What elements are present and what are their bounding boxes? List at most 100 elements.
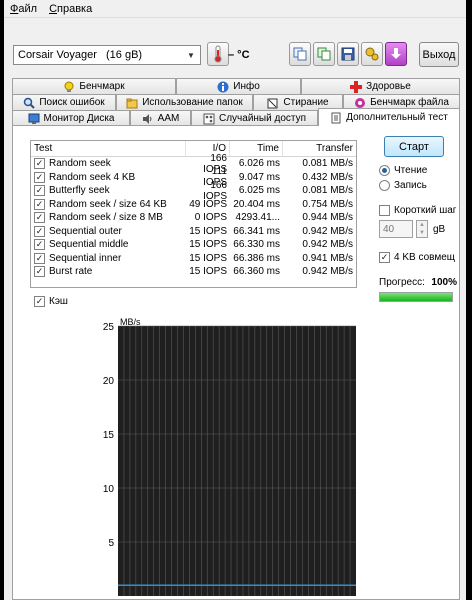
y-tick-label: 10 xyxy=(103,484,115,495)
tab-health[interactable]: Здоровье xyxy=(301,78,460,94)
test-checkbox[interactable]: ✓ xyxy=(34,225,45,237)
tab-random-access-label: Случайный доступ xyxy=(219,113,306,124)
transfer-cell: 0.944 MB/s xyxy=(302,212,353,224)
tab-aam[interactable]: AAM xyxy=(130,110,191,126)
header-transfer[interactable]: Transfer xyxy=(283,141,356,156)
menu-file[interactable]: Файл xyxy=(10,3,37,15)
table-row[interactable]: ✓ Sequential inner 15 IOPS 66.386 ms 0.941 M… xyxy=(31,252,356,266)
temperature-readout: – °C xyxy=(228,49,250,61)
tab-disk-monitor[interactable]: Монитор Диска xyxy=(12,110,130,126)
header-test[interactable]: Test xyxy=(31,141,186,156)
read-option[interactable]: Чтение xyxy=(379,165,457,176)
tab-extra-tests-label: Дополнительный тест xyxy=(346,112,448,123)
align-checkbox[interactable]: ✓ xyxy=(379,252,390,263)
test-name-cell: ✓ Butterfly seek xyxy=(31,185,186,197)
y-axis-label: MB/s xyxy=(120,317,141,327)
test-name: Sequential middle xyxy=(49,239,129,251)
table-row[interactable]: ✓ Random seek / size 64 KB 49 IOPS 20.404 m… xyxy=(31,198,356,212)
cache-label: Кэш xyxy=(49,296,68,307)
time-cell: 4293.41... xyxy=(235,212,280,224)
test-checkbox[interactable]: ✓ xyxy=(34,171,45,183)
step-input[interactable]: 40 xyxy=(379,220,413,238)
transfer-cell: 0.942 MB/s xyxy=(302,225,353,237)
temperature-button[interactable] xyxy=(207,42,229,66)
table-row[interactable]: ✓ Burst rate 15 IOPS 66.360 ms 0.942 MB/s xyxy=(31,265,356,279)
test-name: Burst rate xyxy=(49,266,93,278)
test-checkbox[interactable]: ✓ xyxy=(34,185,45,197)
spin-up-icon[interactable]: ▲ xyxy=(419,222,425,228)
test-name-cell: ✓ Sequential middle xyxy=(31,239,186,251)
read-radio[interactable] xyxy=(379,165,390,176)
tab-benchmark-label: Бенчмарк xyxy=(79,81,125,92)
time-cell: 66.330 ms xyxy=(233,239,280,251)
tab-extra-tests[interactable]: Дополнительный тест xyxy=(318,108,460,126)
tab-health-label: Здоровье xyxy=(366,81,411,92)
download-button[interactable] xyxy=(385,42,407,66)
transfer-cell: 0.942 MB/s xyxy=(302,266,353,278)
test-name-cell: ✓ Sequential inner xyxy=(31,252,186,264)
align-label: 4 KB совмещ xyxy=(394,252,455,263)
table-row[interactable]: ✓ Sequential outer 15 IOPS 66.341 ms 0.942 M… xyxy=(31,225,356,239)
monitor-icon xyxy=(28,113,39,124)
test-name-cell: ✓ Random seek / size 8 MB xyxy=(31,212,186,224)
start-button[interactable]: Старт xyxy=(384,136,444,157)
short-step-checkbox[interactable] xyxy=(379,205,390,216)
write-radio[interactable] xyxy=(379,180,390,191)
menu-help[interactable]: Справка xyxy=(49,3,92,15)
copy-image-button[interactable] xyxy=(313,42,335,66)
step-unit: gB xyxy=(433,223,446,235)
y-tick-label: 20 xyxy=(103,376,115,387)
header-time[interactable]: Time xyxy=(230,141,283,156)
test-name: Random seek 4 KB xyxy=(49,171,136,183)
transfer-cell: 0.081 MB/s xyxy=(302,158,353,170)
cache-option[interactable]: ✓ Кэш xyxy=(34,296,68,307)
tab-benchmark[interactable]: Бенчмарк xyxy=(12,78,176,94)
time-cell: 9.047 ms xyxy=(238,171,280,183)
test-checkbox[interactable]: ✓ xyxy=(34,266,45,278)
options-button[interactable] xyxy=(361,42,383,66)
random-access-icon xyxy=(203,113,215,124)
transfer-cell: 0.432 MB/s xyxy=(302,171,353,183)
folder-icon xyxy=(126,98,138,108)
table-row[interactable]: ✓ Butterfly seek 166 IOPS 6.025 ms 0.081 MB/… xyxy=(31,180,356,202)
tab-folder-usage[interactable]: Использование папок xyxy=(116,94,253,110)
short-step-option[interactable]: Короткий шаг xyxy=(379,205,457,216)
copy-text-button[interactable] xyxy=(289,42,311,66)
tab-error-scan[interactable]: Поиск ошибок xyxy=(12,94,116,110)
device-select[interactable]: Corsair Voyager (16 gB) ▼ xyxy=(13,45,201,65)
io-cell: 15 IOPS xyxy=(189,266,227,278)
exit-button[interactable]: Выход xyxy=(419,42,459,67)
test-checkbox[interactable]: ✓ xyxy=(34,252,45,264)
gears-icon xyxy=(365,47,379,61)
app-window: Файл Справка Corsair Voyager (16 gB) ▼ –… xyxy=(4,0,466,600)
tab-random-access[interactable]: Случайный доступ xyxy=(191,110,318,126)
test-checkbox[interactable]: ✓ xyxy=(34,198,45,210)
test-checkbox[interactable]: ✓ xyxy=(34,212,45,224)
results-list: Test I/O Time Transfer ✓ Random seek 166 I… xyxy=(30,140,357,288)
copy-image-icon xyxy=(317,47,331,61)
save-button[interactable] xyxy=(337,42,359,66)
test-checkbox[interactable]: ✓ xyxy=(34,158,45,170)
progress-bar xyxy=(379,292,453,302)
tab-info[interactable]: Инфо xyxy=(176,78,301,94)
test-name: Random seek / size 64 KB xyxy=(49,198,167,210)
time-cell: 20.404 ms xyxy=(233,198,280,210)
step-spinner: 40 ▲ ▼ gB xyxy=(379,220,457,238)
cache-checkbox[interactable]: ✓ xyxy=(34,296,45,307)
short-step-label: Короткий шаг xyxy=(394,205,457,216)
transfer-cell: 0.081 MB/s xyxy=(302,185,353,197)
y-tick-label: 15 xyxy=(103,430,115,441)
controls-panel: Старт Чтение Запись Короткий шаг 40 ▲ ▼ g… xyxy=(379,136,457,302)
write-option[interactable]: Запись xyxy=(379,180,457,191)
eraser-icon xyxy=(267,98,278,108)
spin-down-icon[interactable]: ▼ xyxy=(419,230,425,236)
io-cell: 15 IOPS xyxy=(189,239,227,251)
table-row[interactable]: ✓ Random seek / size 8 MB 0 IOPS 4293.41...… xyxy=(31,211,356,225)
step-spin-buttons[interactable]: ▲ ▼ xyxy=(416,220,428,238)
table-row[interactable]: ✓ Sequential middle 15 IOPS 66.330 ms 0.942 … xyxy=(31,238,356,252)
chevron-down-icon[interactable]: ▼ xyxy=(184,48,198,62)
transfer-chart: 5 10 15 20 25 MB/s xyxy=(88,316,388,596)
info-icon xyxy=(217,81,229,92)
align-option[interactable]: ✓ 4 KB совмещ xyxy=(379,252,457,263)
test-checkbox[interactable]: ✓ xyxy=(34,239,45,251)
